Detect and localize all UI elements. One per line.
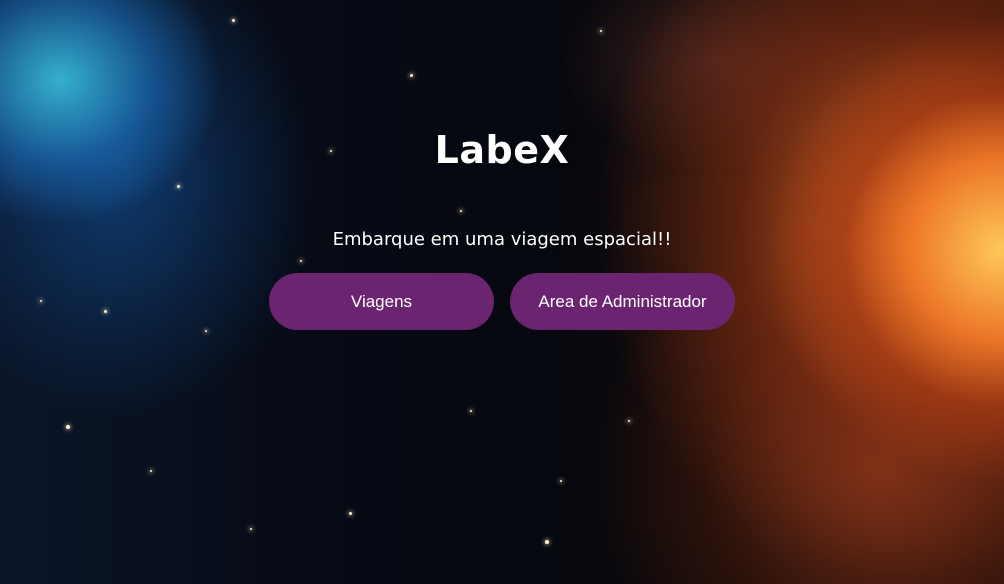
landing-page: LabeX Embarque em uma viagem espacial!! … [0,0,1004,584]
trips-button[interactable]: Viagens [269,273,494,330]
admin-area-button[interactable]: Area de Administrador [510,273,735,330]
page-subtitle: Embarque em uma viagem espacial!! [332,229,672,250]
page-title: LabeX [434,128,570,172]
action-buttons: Viagens Area de Administrador [269,273,735,330]
